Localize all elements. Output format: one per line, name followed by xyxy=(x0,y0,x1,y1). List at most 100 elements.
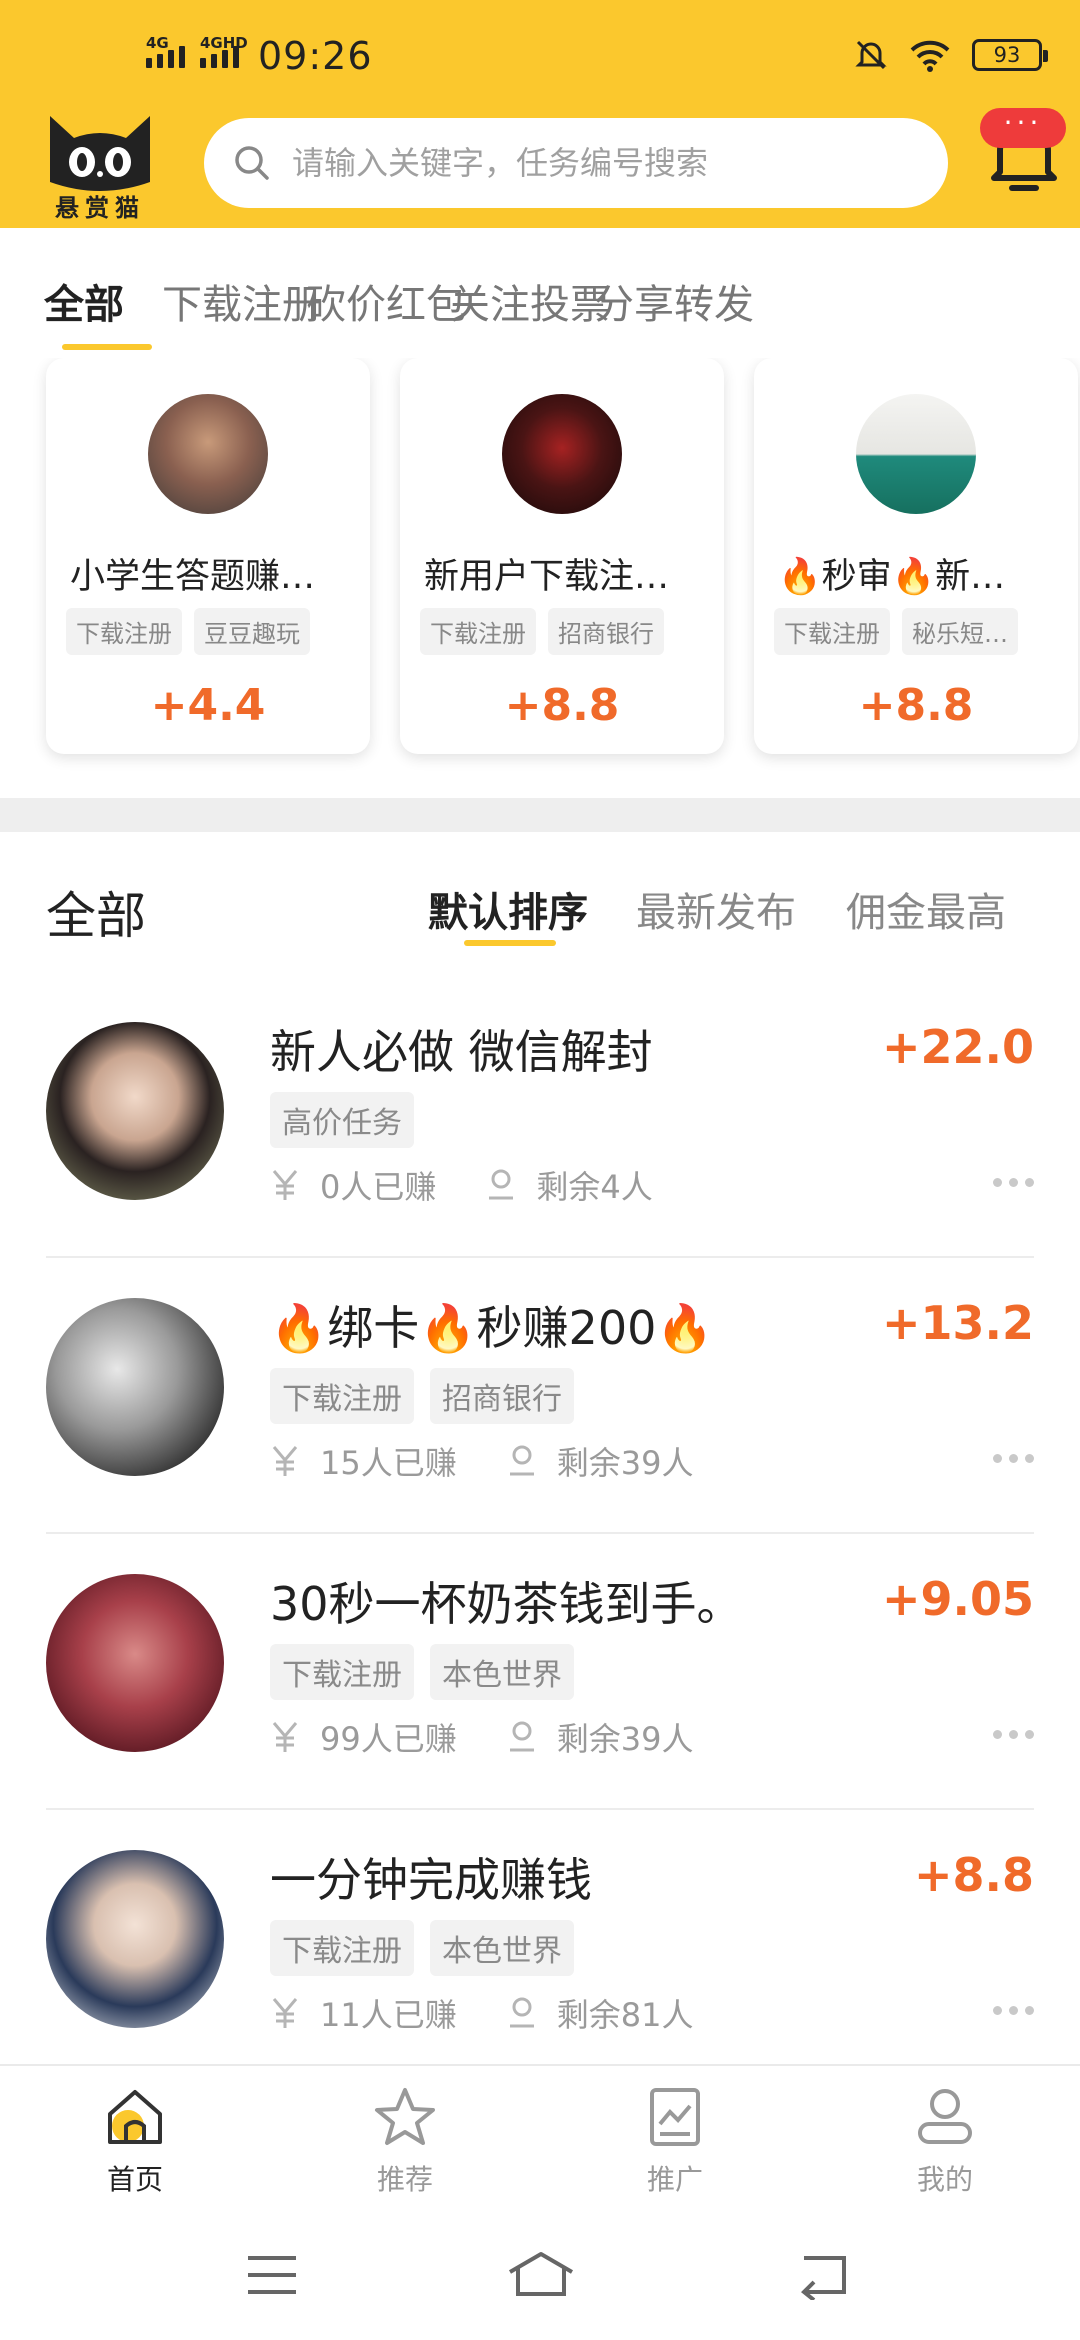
search-input[interactable] xyxy=(292,144,912,182)
tag: 豆豆趣玩 xyxy=(194,608,310,655)
task-item[interactable]: 新人必做 微信解封 +22.0 高价任务 0人已赚 剩余4人 xyxy=(46,982,1034,1258)
active-tab-indicator xyxy=(62,344,152,350)
avatar xyxy=(856,394,976,514)
nav-label: 首页 xyxy=(106,2163,163,2196)
avatar xyxy=(46,1022,224,1200)
task-reward: +22.0 xyxy=(881,1020,1034,1074)
featured-title: 🔥秒审🔥新… xyxy=(778,557,1006,597)
category-tabs: 全部 下载注册 砍价红包 关注投票 分享转发 xyxy=(0,228,1080,358)
more-icon[interactable] xyxy=(993,2006,1034,2015)
person-icon xyxy=(489,1169,514,1200)
earned-count: 99人已赚 xyxy=(320,1720,457,1758)
task-title: 30秒一杯奶茶钱到手。 xyxy=(270,1577,743,1631)
featured-reward: +8.8 xyxy=(504,680,620,731)
featured-carousel[interactable]: 小学生答题赚… 下载注册 豆豆趣玩 +4.4 新用户下载注… 下载注册 招商银行… xyxy=(0,358,1080,798)
nav-label: 我的 xyxy=(916,2163,973,2196)
menu-icon[interactable] xyxy=(244,2250,300,2300)
tag: 下载注册 xyxy=(270,1644,414,1700)
person-icon xyxy=(509,1721,534,1752)
back-icon[interactable] xyxy=(796,2250,852,2300)
mute-bell-icon xyxy=(855,40,887,70)
tag: 秘乐短… xyxy=(902,608,1018,655)
task-list: 新人必做 微信解封 +22.0 高价任务 0人已赚 剩余4人 🔥绑卡🔥秒赚200… xyxy=(0,982,1080,2086)
search-icon xyxy=(235,146,269,180)
yuan-icon xyxy=(272,1998,298,2028)
battery-level: 93 xyxy=(993,43,1021,67)
featured-card[interactable]: 小学生答题赚… 下载注册 豆豆趣玩 +4.4 xyxy=(46,358,370,754)
wifi-icon xyxy=(910,40,950,72)
tab-share-forward[interactable]: 分享转发 xyxy=(594,272,754,330)
more-icon[interactable] xyxy=(993,1454,1034,1463)
person-icon xyxy=(509,1997,534,2028)
task-reward: +9.05 xyxy=(881,1572,1034,1626)
nav-home[interactable]: 首页 xyxy=(55,2084,215,2198)
active-sort-indicator xyxy=(464,940,556,946)
nav-label: 推广 xyxy=(646,2163,703,2196)
avatar xyxy=(46,1574,224,1752)
avatar xyxy=(46,1850,224,2028)
tab-bargain-redpacket[interactable]: 砍价红包 xyxy=(306,272,466,330)
task-reward: +8.8 xyxy=(913,1848,1034,1902)
nav-promote[interactable]: 推广 xyxy=(595,2084,755,2198)
earned-count: 15人已赚 xyxy=(320,1444,457,1482)
tag: 本色世界 xyxy=(430,1920,574,1976)
tag: 高价任务 xyxy=(270,1092,414,1148)
sort-highest-commission[interactable]: 佣金最高 xyxy=(846,880,1006,938)
more-icon[interactable] xyxy=(993,1178,1034,1187)
task-item[interactable]: 一分钟完成赚钱 +8.8 下载注册 本色世界 11人已赚 剩余81人 xyxy=(46,1810,1034,2086)
sort-newest[interactable]: 最新发布 xyxy=(636,880,796,938)
featured-card[interactable]: 🔥秒审🔥新… 下载注册 秘乐短… +8.8 xyxy=(754,358,1078,754)
chart-icon xyxy=(650,2088,700,2146)
yuan-icon xyxy=(272,1722,298,1752)
logo-text: 悬赏猫 xyxy=(55,194,145,222)
task-title: 一分钟完成赚钱 xyxy=(270,1853,592,1907)
avatar xyxy=(148,394,268,514)
network-type-2: 4GHD xyxy=(200,34,248,52)
featured-title: 小学生答题赚… xyxy=(70,557,316,597)
notification-badge: ··· xyxy=(980,108,1066,148)
featured-card[interactable]: 新用户下载注… 下载注册 招商银行 +8.8 xyxy=(400,358,724,754)
tag: 下载注册 xyxy=(270,1920,414,1976)
featured-reward: +4.4 xyxy=(150,680,266,731)
task-item[interactable]: 30秒一杯奶茶钱到手。 +9.05 下载注册 本色世界 99人已赚 剩余39人 xyxy=(46,1534,1034,1810)
task-title: 🔥绑卡🔥秒赚200🔥 xyxy=(270,1301,714,1355)
tag: 下载注册 xyxy=(270,1368,414,1424)
signal-4ghd-icon: 4GHD xyxy=(200,34,248,68)
tag: 本色世界 xyxy=(430,1644,574,1700)
remaining-count: 剩余39人 xyxy=(556,1444,694,1482)
remaining-count: 剩余81人 xyxy=(556,1996,694,2034)
remaining-count: 剩余4人 xyxy=(536,1168,653,1206)
home-key-icon[interactable] xyxy=(506,2250,576,2300)
tab-download-register[interactable]: 下载注册 xyxy=(162,272,322,330)
section-title: 全部 xyxy=(46,887,146,945)
earned-count: 11人已赚 xyxy=(320,1996,457,2034)
search-bar[interactable] xyxy=(204,118,948,208)
tag: 招商银行 xyxy=(548,608,664,655)
battery-indicator: 93 xyxy=(972,39,1048,71)
yuan-icon xyxy=(272,1446,298,1476)
task-item[interactable]: 🔥绑卡🔥秒赚200🔥 +13.2 下载注册 招商银行 15人已赚 剩余39人 xyxy=(46,1258,1034,1534)
status-time: 09:26 xyxy=(258,34,373,78)
system-nav-bar xyxy=(0,2224,1080,2340)
tab-all[interactable]: 全部 xyxy=(44,272,124,330)
person-icon xyxy=(509,1445,534,1476)
featured-title: 新用户下载注… xyxy=(424,557,670,597)
sort-bar: 全部 默认排序 最新发布 佣金最高 xyxy=(0,832,1080,982)
user-icon xyxy=(918,2089,972,2144)
more-icon[interactable] xyxy=(993,1730,1034,1739)
network-type-1: 4G xyxy=(146,34,169,52)
avatar xyxy=(502,394,622,514)
remaining-count: 剩余39人 xyxy=(556,1720,694,1758)
star-icon xyxy=(375,2088,435,2145)
app-header: 4G 4GHD 09:26 93 悬赏猫 请输入关键字，任务编号搜索 ··· xyxy=(0,0,1080,228)
nav-label: 推荐 xyxy=(376,2163,433,2196)
nav-mine[interactable]: 我的 xyxy=(865,2084,1025,2198)
tag: 下载注册 xyxy=(420,608,536,655)
tag: 招商银行 xyxy=(430,1368,574,1424)
tag: 下载注册 xyxy=(774,608,890,655)
nav-recommend[interactable]: 推荐 xyxy=(325,2084,485,2198)
signal-4g-icon: 4G xyxy=(146,34,185,68)
sort-default[interactable]: 默认排序 xyxy=(428,880,588,938)
tab-follow-vote[interactable]: 关注投票 xyxy=(450,272,610,330)
status-bar: 4G 4GHD 09:26 93 xyxy=(0,30,1080,90)
